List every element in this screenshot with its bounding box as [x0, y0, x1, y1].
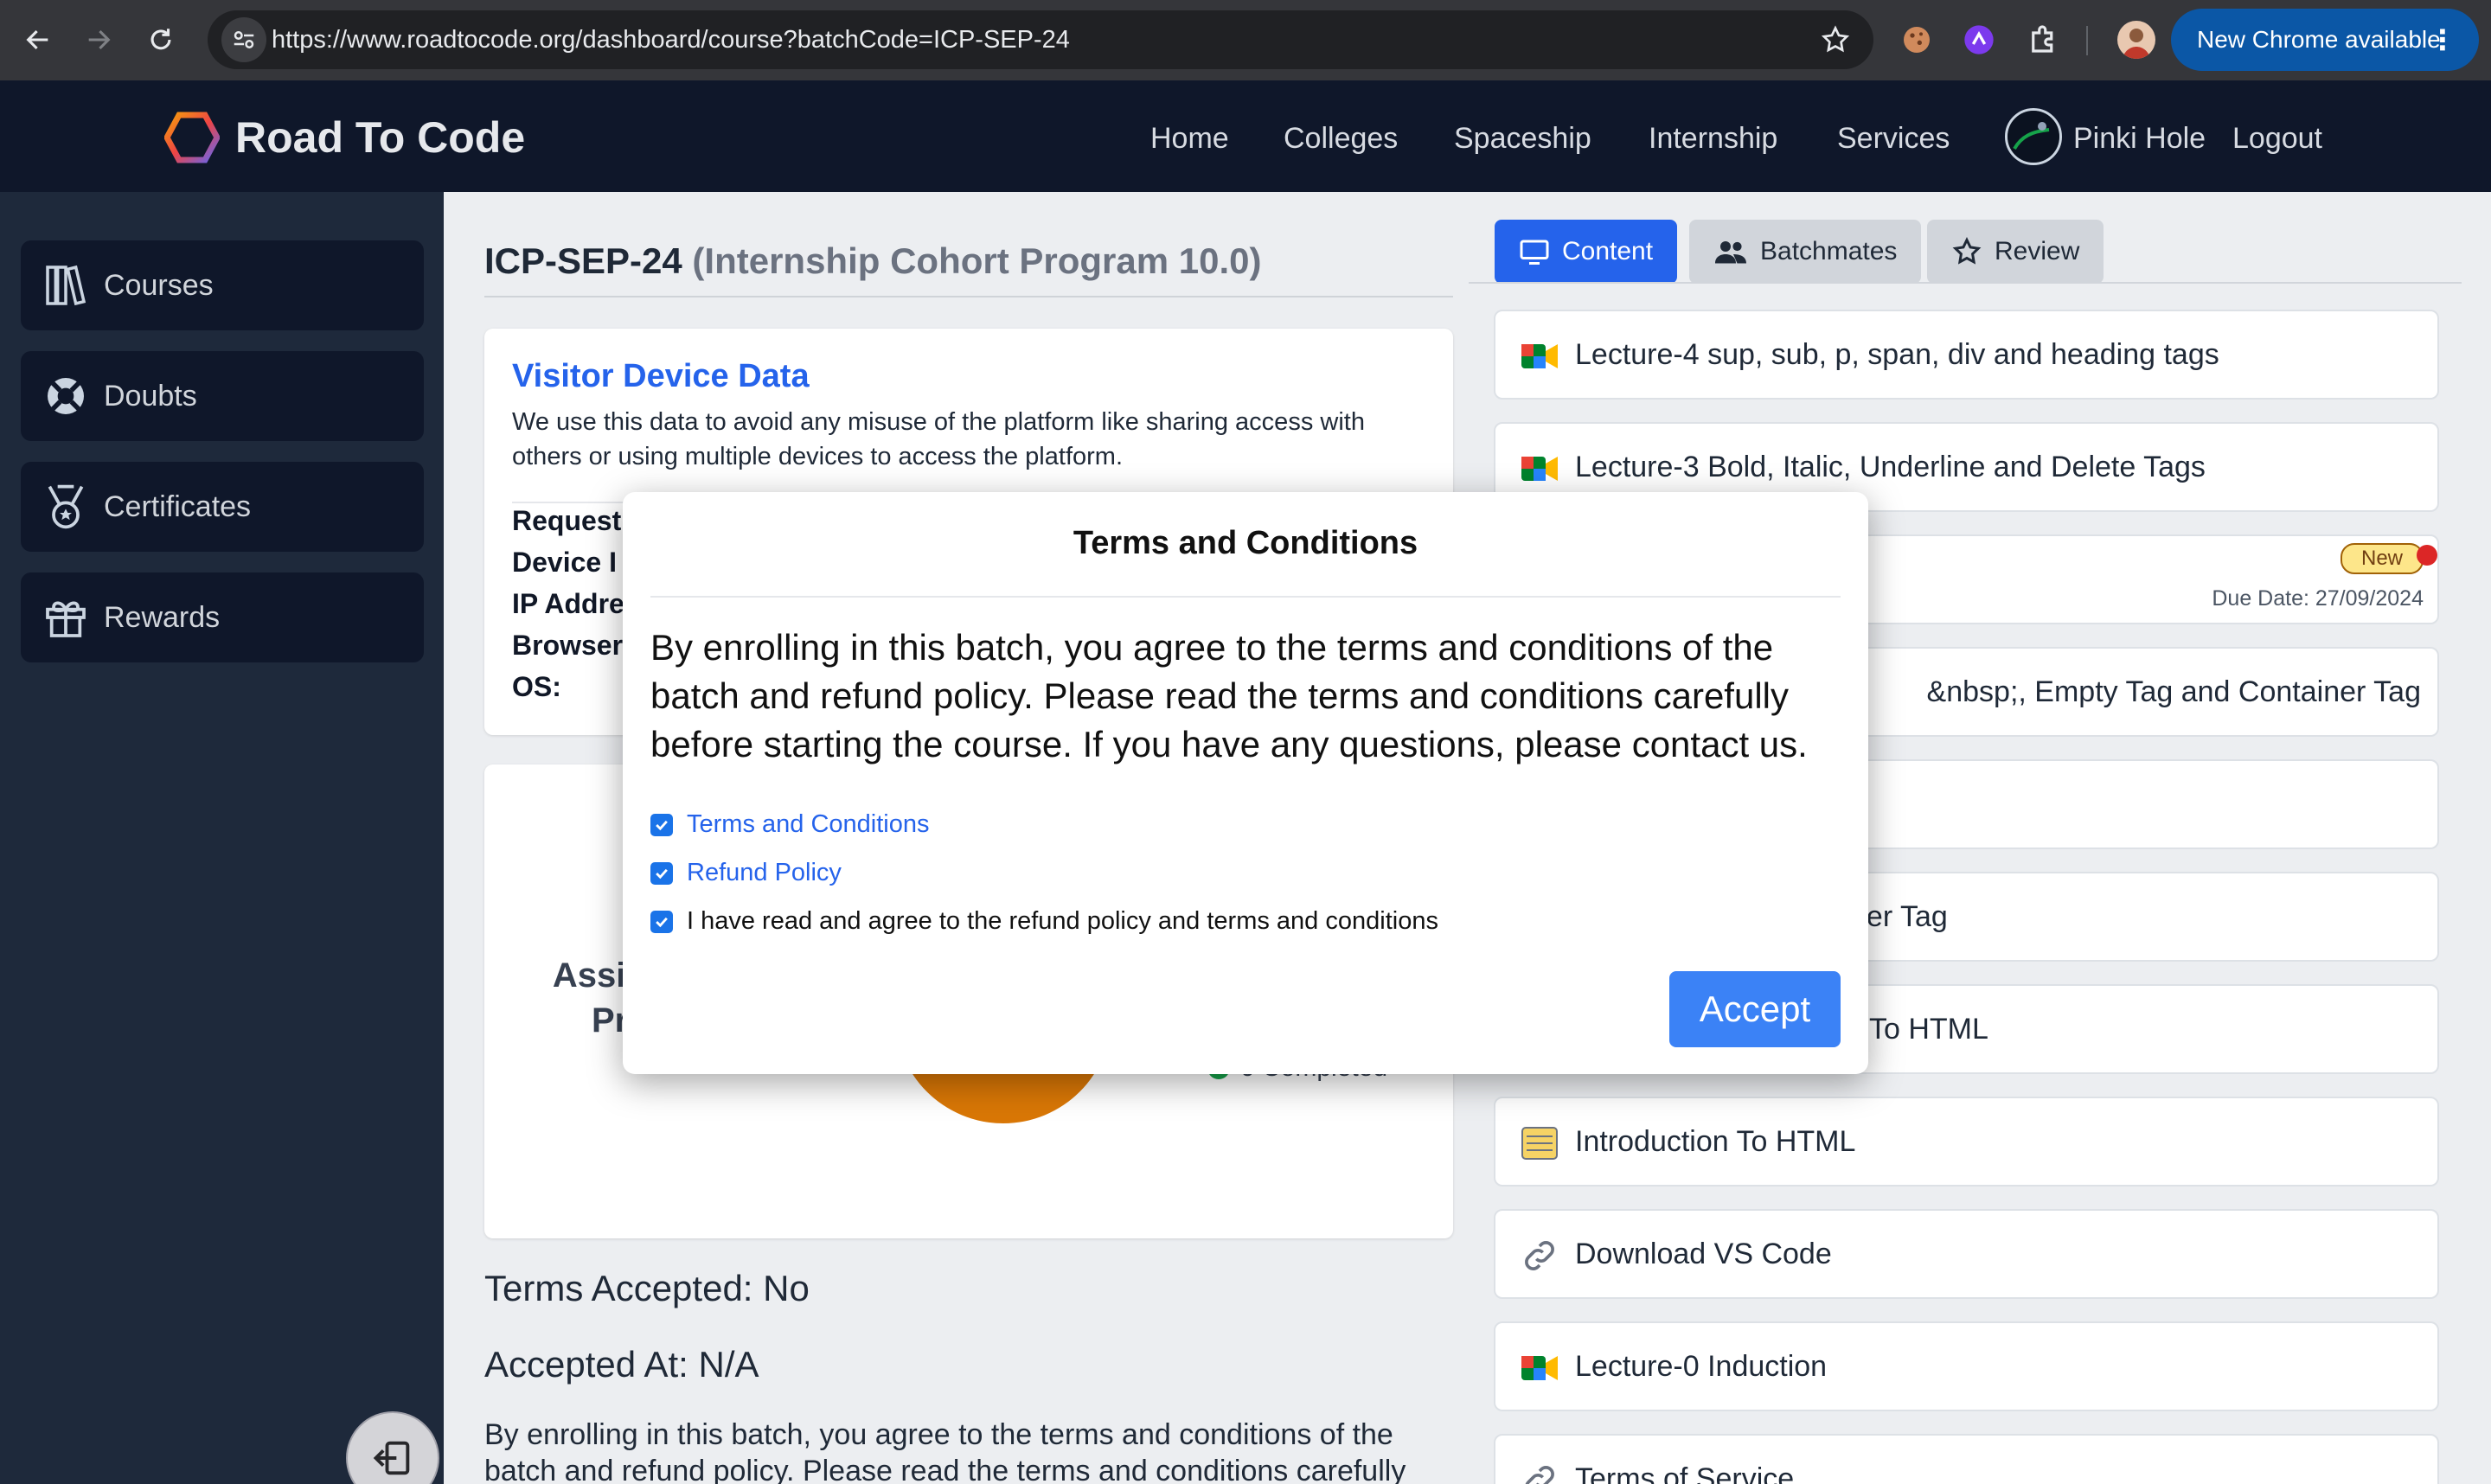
- lecture-title: To HTML: [1869, 1013, 1988, 1046]
- nav-services[interactable]: Services: [1837, 117, 1950, 160]
- books-icon: [42, 261, 90, 310]
- url-text[interactable]: https://www.roadtocode.org/dashboard/cou…: [272, 10, 1070, 69]
- nav-colleges[interactable]: Colleges: [1284, 117, 1398, 160]
- terms-accepted-at: Accepted At: N/A: [484, 1344, 759, 1385]
- sidebar: Courses Doubts Certificates Rewards: [0, 192, 444, 1484]
- extensions-puzzle-icon[interactable]: [2026, 21, 2062, 57]
- page-title: ICP-SEP-24 (Internship Cohort Program 10…: [484, 240, 1262, 281]
- lecture-item[interactable]: Introduction To HTML: [1494, 1097, 2439, 1187]
- lecture-title: Lecture-0 Induction: [1575, 1350, 1828, 1383]
- divider: [1469, 282, 2462, 284]
- terms-checkbox-row: Terms and Conditions: [650, 810, 929, 839]
- lecture-title: Download VS Code: [1575, 1238, 1832, 1270]
- nav-home[interactable]: Home: [1150, 117, 1229, 160]
- visitor-row-device: Device I: [512, 547, 617, 578]
- sidebar-item-label: Rewards: [104, 601, 221, 634]
- forward-button[interactable]: [74, 16, 123, 64]
- lifebuoy-icon: [42, 372, 90, 420]
- reload-button[interactable]: [137, 16, 185, 64]
- sidebar-item-certificates[interactable]: Certificates: [21, 462, 424, 552]
- terms-summary-text: By enrolling in this batch, you agree to…: [484, 1418, 1406, 1484]
- back-button[interactable]: [14, 16, 62, 64]
- tab-batchmates[interactable]: Batchmates: [1689, 220, 1922, 284]
- terms-accepted-status: Terms Accepted: No: [484, 1268, 810, 1308]
- sidebar-item-label: Certificates: [104, 490, 252, 523]
- browser-toolbar: https://www.roadtocode.org/dashboard/cou…: [0, 0, 2491, 80]
- toolbar-divider: [2086, 26, 2088, 55]
- tab-review[interactable]: Review: [1927, 220, 2104, 284]
- refund-policy-link[interactable]: Refund Policy: [687, 859, 842, 887]
- video-icon: [1520, 337, 1559, 375]
- arrow-right-icon: [88, 29, 111, 50]
- notification-dot: [2417, 545, 2437, 566]
- lecture-item[interactable]: Download VS Code: [1494, 1209, 2439, 1299]
- modal-title: Terms and Conditions: [1073, 525, 1418, 561]
- agree-checkbox[interactable]: [650, 910, 673, 933]
- sidebar-item-rewards[interactable]: Rewards: [21, 572, 424, 662]
- people-icon: [1715, 241, 1746, 264]
- notes-icon: [1520, 1124, 1559, 1162]
- reload-icon: [150, 29, 171, 50]
- site-info-icon[interactable]: [221, 17, 266, 62]
- bookmark-star-icon[interactable]: [1820, 24, 1851, 55]
- monitor-icon: [1520, 240, 1549, 265]
- due-date: Due Date: 27/09/2024: [2212, 586, 2424, 611]
- collapse-sidebar-button[interactable]: [346, 1411, 439, 1484]
- link-icon: [1520, 1237, 1559, 1275]
- sidebar-item-doubts[interactable]: Doubts: [21, 351, 424, 441]
- lecture-title: Terms of Service: [1575, 1462, 1795, 1484]
- sidebar-item-label: Doubts: [104, 380, 197, 413]
- divider: [484, 296, 1453, 297]
- gift-icon: [42, 593, 90, 642]
- video-icon: [1520, 450, 1559, 488]
- nav-logout[interactable]: Logout: [2232, 117, 2322, 160]
- hexagon-logo-icon[interactable]: [164, 112, 220, 163]
- terms-modal: Terms and Conditions By enrolling in thi…: [623, 492, 1868, 1074]
- lecture-title: Lecture-4 sup, sub, p, span, div and hea…: [1575, 338, 2219, 371]
- nav-internship[interactable]: Internship: [1649, 117, 1777, 160]
- extension-icon[interactable]: [1962, 22, 1996, 57]
- video-icon: [1520, 1349, 1559, 1387]
- refund-checkbox[interactable]: [650, 861, 673, 885]
- divider: [650, 596, 1841, 598]
- agree-label: I have read and agree to the refund poli…: [687, 907, 1438, 935]
- address-bar[interactable]: https://www.roadtocode.org/dashboard/cou…: [208, 10, 1873, 69]
- nav-spaceship[interactable]: Spaceship: [1454, 117, 1591, 160]
- assignment-heading: Assi Pr: [552, 956, 629, 1039]
- more-vertical-icon[interactable]: ⋮: [2429, 9, 2456, 71]
- visitor-row-ip: IP Addre: [512, 588, 624, 619]
- star-icon: [1952, 237, 1982, 265]
- profile-avatar[interactable]: [2117, 21, 2155, 59]
- user-avatar[interactable]: [2005, 108, 2062, 165]
- cookie-extension-icon[interactable]: [1899, 22, 1934, 57]
- exit-icon: [373, 1441, 410, 1475]
- modal-body-text: By enrolling in this batch, you agree to…: [650, 627, 1808, 764]
- new-chrome-available-button[interactable]: New Chrome available ⋮: [2171, 9, 2479, 71]
- agree-checkbox-row: I have read and agree to the refund poli…: [650, 907, 1438, 936]
- visitor-row-browser: Browser: [512, 630, 624, 661]
- terms-link[interactable]: Terms and Conditions: [687, 810, 929, 839]
- accept-button[interactable]: Accept: [1669, 971, 1841, 1047]
- new-badge: New: [2340, 543, 2424, 574]
- refund-checkbox-row: Refund Policy: [650, 859, 842, 887]
- lecture-title: Introduction To HTML: [1575, 1125, 1856, 1158]
- visitor-title: Visitor Device Data: [512, 358, 810, 394]
- sidebar-item-label: Courses: [104, 269, 214, 302]
- link-icon: [1520, 1462, 1559, 1484]
- site-navbar: Road To Code Home Colleges Spaceship Int…: [0, 80, 2491, 192]
- visitor-row-os: OS:: [512, 671, 561, 702]
- lecture-item[interactable]: Lecture-0 Induction: [1494, 1321, 2439, 1411]
- nav-user-name[interactable]: Pinki Hole: [2073, 117, 2206, 160]
- course-subtitle: (Internship Cohort Program 10.0): [692, 240, 1262, 281]
- medal-icon: [42, 483, 90, 531]
- arrow-left-icon: [26, 29, 48, 50]
- sidebar-item-courses[interactable]: Courses: [21, 240, 424, 330]
- brand-name[interactable]: Road To Code: [235, 112, 525, 163]
- visitor-row-request: Request: [512, 505, 622, 536]
- lecture-item[interactable]: Lecture-4 sup, sub, p, span, div and hea…: [1494, 310, 2439, 400]
- tab-content[interactable]: Content: [1495, 220, 1678, 284]
- lecture-item[interactable]: Terms of Service: [1494, 1434, 2439, 1484]
- terms-checkbox[interactable]: [650, 813, 673, 836]
- visitor-description: We use this data to avoid any misuse of …: [512, 408, 1365, 470]
